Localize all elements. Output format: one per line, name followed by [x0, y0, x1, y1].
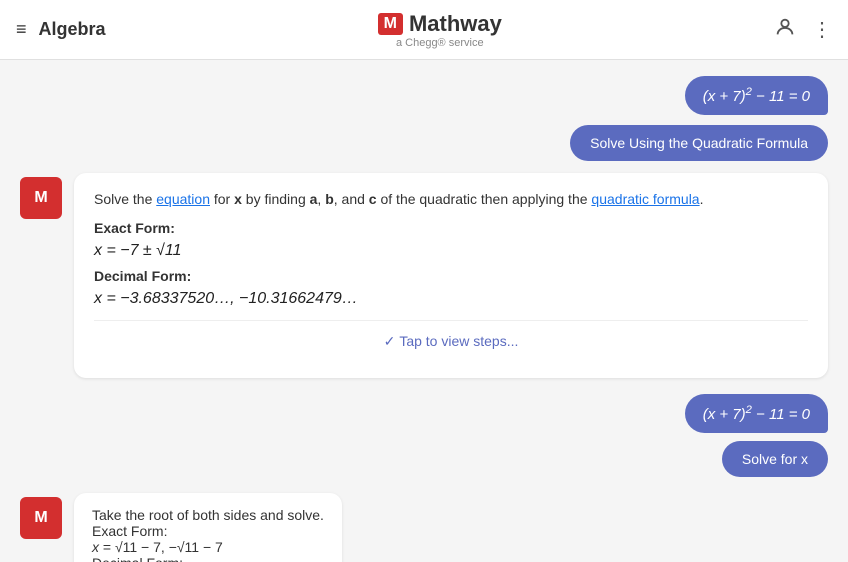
- intro-text-3: by finding: [242, 191, 310, 207]
- user-query-1-container: (x + 7)2 − 11 = 0: [20, 76, 828, 115]
- bot-intro-1: Solve the equation for x by finding a, b…: [94, 189, 808, 210]
- subject-label: Algebra: [39, 19, 106, 40]
- user-query-1-bubble: (x + 7)2 − 11 = 0: [685, 76, 828, 115]
- exact-form-label-2: Exact Form:: [92, 523, 324, 539]
- check-icon-1: ✓: [384, 333, 396, 349]
- bold-b: b: [325, 191, 334, 207]
- bot-avatar-2: M: [20, 497, 62, 539]
- user-query-2-bubble: (x + 7)2 − 11 = 0: [685, 394, 828, 433]
- bot-intro-text-2: of both sides and solve.: [173, 507, 324, 523]
- tap-steps-text-1: Tap to view steps...: [399, 333, 518, 349]
- root-link[interactable]: root: [149, 507, 173, 523]
- intro-text-1: Solve the: [94, 191, 156, 207]
- bot-bubble-1: Solve the equation for x by finding a, b…: [74, 173, 828, 378]
- exact-form-math-2: x = √11 − 7, −√11 − 7: [92, 539, 324, 555]
- user-query-1-math: (x + 7)2 − 11 = 0: [703, 88, 810, 105]
- bold-x: x: [234, 191, 242, 207]
- user-query-2-container: (x + 7)2 − 11 = 0: [20, 394, 828, 433]
- user-query-2-math: (x + 7)2 − 11 = 0: [703, 406, 810, 423]
- user-icon[interactable]: [774, 16, 796, 44]
- hamburger-icon[interactable]: ≡: [16, 19, 27, 40]
- header-right: ⋮: [774, 16, 832, 44]
- logo-name: Mathway: [409, 11, 502, 37]
- mathway-logo: M Mathway: [378, 11, 502, 37]
- action-button-2[interactable]: Solve for x: [722, 441, 828, 477]
- tap-steps-1[interactable]: ✓Tap to view steps...: [94, 320, 808, 362]
- bold-c: c: [369, 191, 377, 207]
- header: ≡ Algebra M Mathway a Chegg® service ⋮: [0, 0, 848, 60]
- equation-link[interactable]: equation: [156, 191, 210, 207]
- bot-response-1: M Solve the equation for x by finding a,…: [20, 173, 828, 378]
- second-query-container: (x + 7)2 − 11 = 0 Solve for x: [20, 394, 828, 477]
- more-icon[interactable]: ⋮: [812, 17, 832, 42]
- exact-form-math-1: x = −7 ± √11: [94, 242, 808, 260]
- header-center: M Mathway a Chegg® service: [378, 11, 502, 49]
- bot-response-2: M Take the root of both sides and solve.…: [20, 493, 828, 562]
- bot-intro-text-1: Take the: [92, 507, 149, 523]
- decimal-form-math-1: x = −3.68337520…, −10.31662479…: [94, 290, 808, 308]
- action-button-1-container: Solve Using the Quadratic Formula: [20, 125, 828, 161]
- intro-text-5: , and: [334, 191, 369, 207]
- decimal-form-label-1: Decimal Form:: [94, 268, 808, 284]
- intro-text-2: for: [210, 191, 234, 207]
- bot-intro-2: Take the root of both sides and solve.: [92, 507, 324, 523]
- bot-bubble-2: Take the root of both sides and solve. E…: [74, 493, 342, 562]
- bot-avatar-1: M: [20, 177, 62, 219]
- intro-text-6: of the quadratic then applying the: [377, 191, 592, 207]
- exact-form-label-1: Exact Form:: [94, 220, 808, 236]
- header-left: ≡ Algebra: [16, 19, 106, 40]
- intro-text-7: .: [700, 191, 704, 207]
- chegg-tag: a Chegg® service: [396, 37, 484, 49]
- decimal-form-label-2: Decimal Form:: [92, 555, 324, 562]
- quadratic-formula-link[interactable]: quadratic formula: [591, 191, 699, 207]
- action-button-1[interactable]: Solve Using the Quadratic Formula: [570, 125, 828, 161]
- logo-m-box: M: [378, 13, 403, 35]
- chat-area: (x + 7)2 − 11 = 0 Solve Using the Quadra…: [0, 60, 848, 562]
